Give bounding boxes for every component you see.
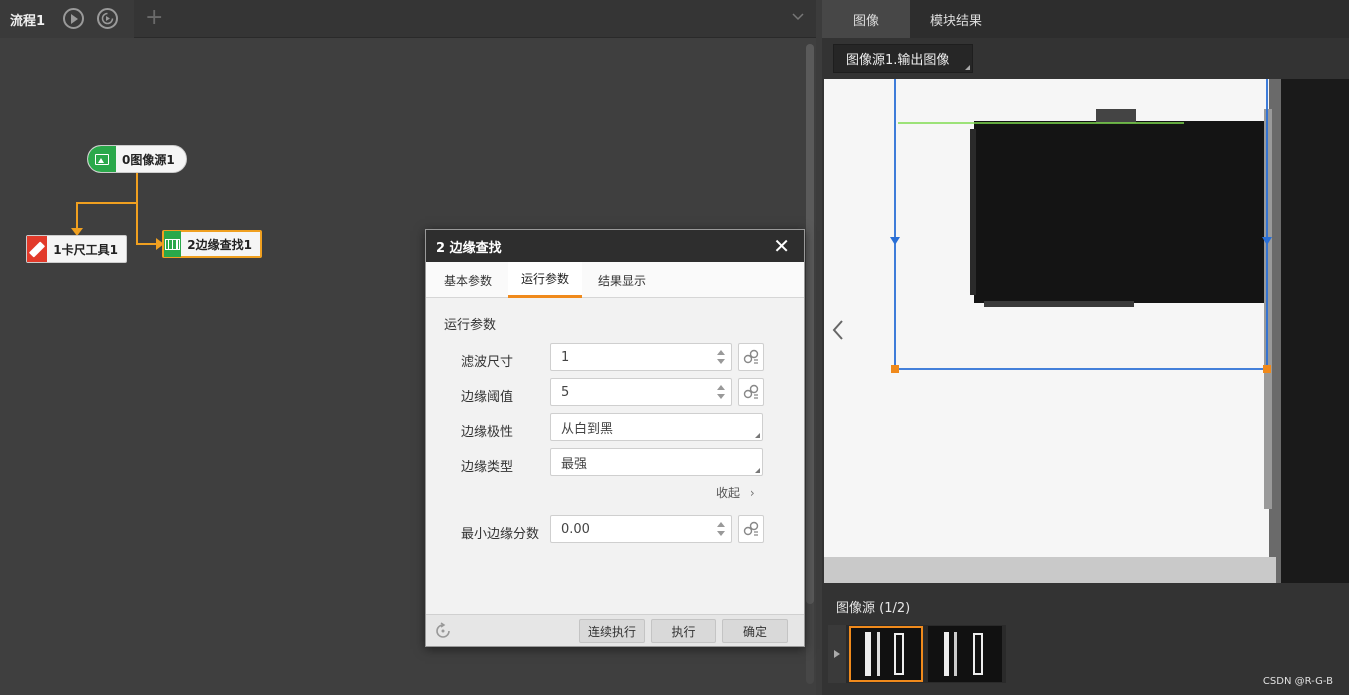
collapse-label: 收起 — [716, 486, 741, 500]
link-icon[interactable] — [738, 515, 764, 543]
dialog-footer: 连续执行 执行 确定 — [426, 614, 804, 646]
edge-type-select[interactable]: 最强 — [550, 448, 763, 476]
section-title: 运行参数 — [444, 318, 497, 333]
edge-threshold-stepper[interactable]: 5 — [550, 378, 732, 406]
node-image-source[interactable]: 0图像源1 — [87, 145, 187, 173]
close-icon[interactable]: ✕ — [773, 234, 790, 258]
param-label: 边缘类型 — [461, 460, 514, 475]
field-value: 最强 — [561, 456, 588, 472]
right-tabbar: 图像 模块结果 — [822, 0, 1349, 38]
image-source-select[interactable]: 图像源1.输出图像 — [833, 44, 973, 73]
edge-find-dialog: 2 边缘查找 ✕ 基本参数 运行参数 结果显示 运行参数 滤波尺寸 1 边缘阈值… — [425, 229, 805, 647]
dialog-tabs: 基本参数 运行参数 结果显示 — [426, 262, 804, 298]
tab-run-params[interactable]: 运行参数 — [508, 262, 582, 298]
spinner-icon[interactable] — [717, 520, 725, 538]
param-label: 边缘阈值 — [461, 390, 514, 405]
dropdown-corner-icon — [755, 468, 760, 473]
chevron-down-icon[interactable] — [792, 10, 804, 24]
link-icon[interactable] — [738, 343, 764, 371]
watermark: CSDN @R-G-B — [1262, 676, 1333, 687]
tab-image[interactable]: 图像 — [822, 0, 910, 38]
param-label: 滤波尺寸 — [461, 355, 514, 370]
param-label: 最小边缘分数 — [461, 527, 540, 542]
tab-result-display[interactable]: 结果显示 — [588, 262, 656, 298]
field-value: 从白到黑 — [561, 421, 614, 437]
node-edge-find[interactable]: 2边缘查找1 — [162, 230, 262, 258]
image-icon — [88, 146, 116, 172]
spinner-icon[interactable] — [717, 348, 725, 366]
edge-find-icon — [164, 231, 182, 257]
flow-scrollbar[interactable] — [806, 44, 814, 684]
thumbnail-2[interactable] — [928, 626, 1002, 682]
ruler-icon — [27, 236, 48, 262]
field-value: 5 — [561, 384, 570, 400]
edge-polarity-select[interactable]: 从白到黑 — [550, 413, 763, 441]
filter-size-stepper[interactable]: 1 — [550, 343, 732, 371]
dialog-title: 2 边缘查找 — [436, 240, 502, 256]
dialog-header[interactable]: 2 边缘查找 ✕ — [426, 230, 804, 262]
thumbnail-1[interactable] — [849, 626, 923, 682]
dropdown-corner-icon — [965, 65, 970, 70]
refresh-icon[interactable] — [434, 622, 452, 640]
node-label: 1卡尺工具1 — [53, 242, 118, 257]
ok-button[interactable]: 确定 — [722, 619, 788, 643]
node-label: 0图像源1 — [122, 152, 175, 167]
run-button[interactable]: 执行 — [651, 619, 716, 643]
thumbnails-title: 图像源 (1/2) — [836, 601, 911, 616]
flow-scroll-thumb[interactable] — [806, 44, 814, 604]
min-edge-score-stepper[interactable]: 0.00 — [550, 515, 732, 543]
spinner-icon[interactable] — [717, 383, 725, 401]
tab-module-result[interactable]: 模块结果 — [910, 0, 1002, 38]
field-value: 1 — [561, 349, 570, 365]
link-icon[interactable] — [738, 378, 764, 406]
viewer-image — [824, 79, 1349, 583]
image-viewer[interactable] — [824, 79, 1349, 583]
thumbnail-strip — [828, 625, 1006, 683]
param-label: 边缘极性 — [461, 425, 514, 440]
image-panel: 图像 模块结果 图像源1.输出图像 图像源 (1/2) — [822, 0, 1349, 695]
chevron-right-icon: › — [749, 486, 755, 500]
dropdown-corner-icon — [755, 433, 760, 438]
image-select-value: 图像源1.输出图像 — [846, 53, 950, 68]
continuous-run-button[interactable]: 连续执行 — [579, 619, 645, 643]
node-label: 2边缘查找1 — [187, 237, 252, 252]
field-value: 0.00 — [561, 521, 590, 537]
tab-basic-params[interactable]: 基本参数 — [434, 262, 502, 298]
play-icon[interactable] — [828, 625, 846, 683]
collapse-link[interactable]: 收起 › — [716, 484, 755, 501]
node-caliper-tool[interactable]: 1卡尺工具1 — [26, 235, 127, 263]
dialog-body: 运行参数 滤波尺寸 1 边缘阈值 5 边缘极性 从白到黑 边缘类型 最强 收起 — [426, 298, 804, 615]
